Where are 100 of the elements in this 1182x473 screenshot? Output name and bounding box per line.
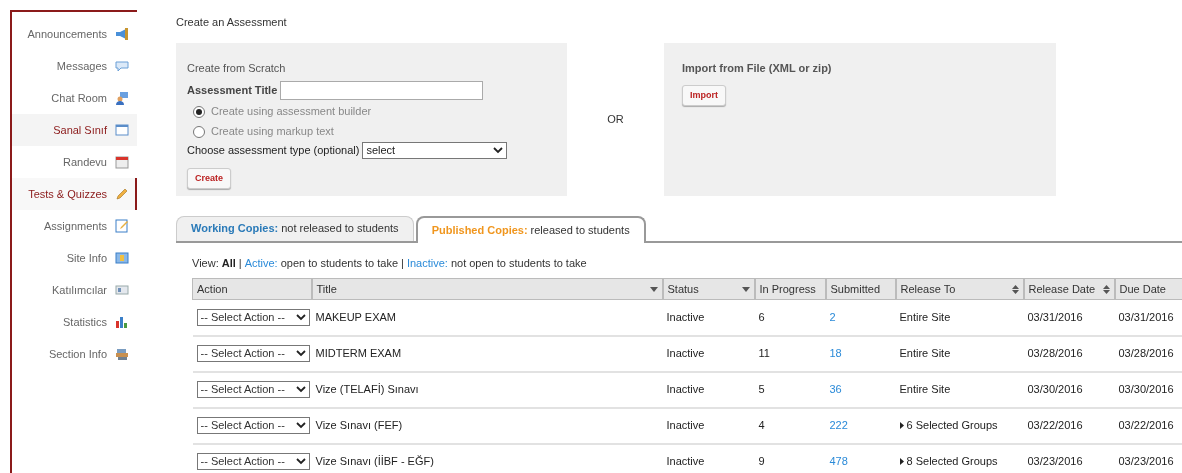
- column-header[interactable]: Title: [311, 278, 663, 300]
- panel-heading: Import from File (XML or zip): [682, 60, 832, 76]
- column-header[interactable]: Release To: [895, 278, 1024, 300]
- action-dropdown[interactable]: -- Select Action --: [196, 381, 310, 398]
- calendar-icon: [115, 155, 129, 169]
- sidebar-item[interactable]: Section Info: [12, 338, 137, 370]
- chevron-down-icon: [295, 313, 306, 321]
- table-cell: Vize (TELAFİ) Sınavı: [315, 383, 419, 396]
- page-title: Create an Assessment: [176, 15, 287, 30]
- view-filter-link[interactable]: All: [221, 254, 236, 271]
- tab[interactable]: Published Copies: released to students: [415, 215, 646, 243]
- table-cell: 03/30/2016: [1118, 383, 1174, 396]
- notepad-icon: [115, 219, 129, 233]
- separator: |: [401, 255, 404, 271]
- sidebar-item[interactable]: Chat Room: [12, 82, 137, 114]
- chevron-down-icon: [493, 147, 504, 154]
- sort-icon: [1011, 284, 1019, 294]
- table-cell: 03/28/2016: [1118, 347, 1174, 360]
- create-button[interactable]: Create: [187, 168, 231, 189]
- radio-button[interactable]: [193, 105, 205, 118]
- sidebar-item[interactable]: Statistics: [12, 306, 137, 338]
- sort-down-icon: [649, 286, 658, 292]
- table-cell: Vize Sınavı (İİBF - EĞF): [315, 455, 434, 468]
- tab[interactable]: Working Copies: not released to students: [176, 215, 414, 241]
- view-filter-link[interactable]: Active:: [244, 254, 278, 271]
- window-icon: [115, 123, 129, 137]
- table-cell: MIDTERM EXAM: [315, 347, 402, 360]
- table-cell: 03/30/2016: [1027, 383, 1083, 396]
- radio-label: Create using markup text: [211, 124, 334, 140]
- column-header[interactable]: Submitted: [825, 278, 896, 300]
- sidebar-item[interactable]: Assignments: [12, 210, 137, 242]
- column-header[interactable]: Status: [662, 278, 755, 300]
- table-cell: 03/22/2016: [1027, 419, 1083, 432]
- expand-triangle-icon[interactable]: [899, 422, 904, 429]
- table-cell: 5: [758, 383, 765, 396]
- action-dropdown[interactable]: -- Select Action --: [196, 308, 310, 326]
- table-cell-text: 8 Selected Groups: [906, 454, 998, 470]
- field-label: Assessment Title: [187, 83, 278, 99]
- column-header[interactable]: Release Date: [1023, 278, 1115, 300]
- column-header[interactable]: Action: [192, 278, 312, 300]
- chevron-down-icon: [295, 422, 306, 429]
- table-cell: 03/22/2016: [1118, 419, 1174, 432]
- sort-icon: [1102, 284, 1110, 294]
- sort-down-icon: [741, 286, 750, 292]
- submitted-link[interactable]: 36: [829, 383, 842, 396]
- submitted-link[interactable]: 478: [829, 455, 848, 468]
- sidebar-item[interactable]: Randevu: [12, 146, 137, 178]
- sidebar-item[interactable]: Sanal Sınıf: [12, 114, 137, 146]
- table-cell: MAKEUP EXAM: [315, 311, 396, 323]
- table-cell-text: 6 Selected Groups: [906, 418, 998, 434]
- table-cell-text: Entire Site: [899, 382, 951, 398]
- type-dropdown[interactable]: select: [362, 142, 508, 159]
- field-label: Choose assessment type (optional): [187, 143, 360, 159]
- table-cell: Inactive: [666, 347, 705, 360]
- action-dropdown[interactable]: -- Select Action --: [196, 345, 310, 362]
- table-cell: 03/23/2016: [1027, 455, 1083, 468]
- radio-label: Create using assessment builder: [211, 104, 372, 120]
- table-cell: 03/23/2016: [1118, 455, 1174, 468]
- view-filter-link[interactable]: Inactive:: [406, 254, 448, 271]
- chat-icon: [115, 91, 129, 105]
- table-cell: 9: [758, 455, 765, 468]
- filter-description: open to students to take: [280, 255, 399, 271]
- submitted-link[interactable]: 2: [829, 311, 836, 323]
- action-dropdown[interactable]: -- Select Action --: [196, 417, 310, 434]
- chevron-down-icon: [295, 386, 306, 393]
- or-label: OR: [607, 111, 624, 127]
- sidebar-item[interactable]: Tests & Quizzes: [12, 178, 137, 210]
- table-cell: 03/28/2016: [1027, 347, 1083, 360]
- import-button[interactable]: Import: [682, 85, 726, 106]
- bar-chart-icon: [115, 315, 129, 329]
- column-header[interactable]: In Progress: [754, 278, 826, 300]
- table-cell: Inactive: [666, 419, 705, 432]
- column-header[interactable]: Due Date: [1114, 278, 1182, 300]
- chevron-down-icon: [295, 458, 306, 465]
- radio-button[interactable]: [193, 125, 205, 138]
- expand-triangle-icon[interactable]: [899, 458, 904, 465]
- table-cell: 6: [758, 311, 765, 323]
- sidebar-item[interactable]: Messages: [12, 50, 137, 82]
- megaphone-icon: [115, 27, 129, 41]
- sidebar-item[interactable]: Katılımcılar: [12, 274, 137, 306]
- submitted-link[interactable]: 222: [829, 419, 848, 432]
- chevron-down-icon: [295, 350, 306, 357]
- id-card-icon: [115, 283, 129, 297]
- info-card-icon: [115, 251, 129, 265]
- submitted-link[interactable]: 18: [829, 347, 842, 360]
- panel-heading: Create from Scratch: [187, 60, 286, 76]
- separator: |: [238, 255, 242, 271]
- table-cell: 03/31/2016: [1118, 311, 1174, 323]
- table-cell: Inactive: [666, 455, 705, 468]
- pencil-icon: [115, 187, 129, 201]
- sidebar-item[interactable]: Announcements: [12, 18, 137, 50]
- table-cell: 4: [758, 419, 765, 432]
- speech-bubble-icon: [115, 59, 129, 73]
- title-input-field[interactable]: [280, 81, 484, 100]
- table-cell: 11: [758, 347, 770, 360]
- stack-icon: [115, 347, 129, 361]
- sidebar-item[interactable]: Site Info: [12, 242, 137, 274]
- table-cell: 03/31/2016: [1027, 311, 1083, 323]
- action-dropdown[interactable]: -- Select Action --: [196, 453, 310, 470]
- view-label: View:: [192, 255, 219, 271]
